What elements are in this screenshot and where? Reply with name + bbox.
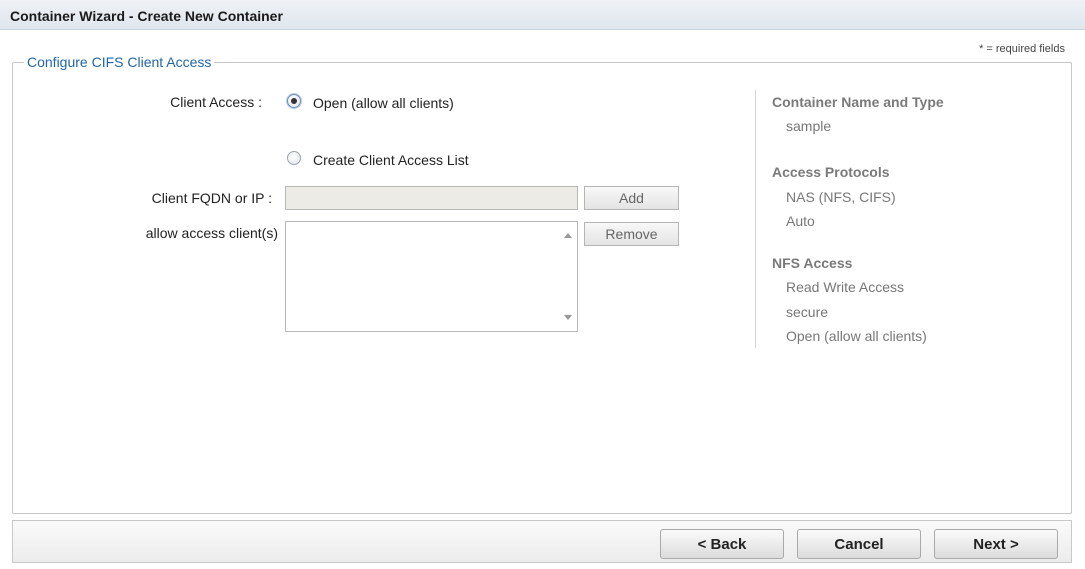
open-access-radio[interactable] xyxy=(287,94,301,108)
summary-container-name: sample xyxy=(786,118,832,134)
allow-access-clients-label: allow access client(s) xyxy=(145,225,278,241)
create-access-list-label[interactable]: Create Client Access List xyxy=(313,152,469,168)
scroll-down-icon[interactable] xyxy=(564,315,572,320)
remove-button[interactable]: Remove xyxy=(584,222,679,246)
client-fqdn-input[interactable] xyxy=(285,186,578,210)
client-access-label: Client Access : xyxy=(170,94,262,110)
summary-protocols-value: NAS (NFS, CIFS) xyxy=(786,189,896,205)
summary-heading-container: Container Name and Type xyxy=(772,94,944,110)
summary-protocols-mode: Auto xyxy=(786,213,815,229)
summary-heading-protocols: Access Protocols xyxy=(772,164,890,180)
back-button[interactable]: < Back xyxy=(660,529,784,559)
create-access-list-radio[interactable] xyxy=(287,151,301,165)
open-access-label[interactable]: Open (allow all clients) xyxy=(313,95,454,111)
client-fqdn-label: Client FQDN or IP : xyxy=(151,190,272,206)
summary-nfs-security: secure xyxy=(786,304,829,320)
summary-nfs-access: Read Write Access xyxy=(786,279,905,295)
next-button[interactable]: Next > xyxy=(934,529,1058,559)
allow-access-clients-list[interactable] xyxy=(285,221,578,332)
add-button[interactable]: Add xyxy=(584,186,679,210)
scroll-up-icon[interactable] xyxy=(564,233,572,238)
cancel-button[interactable]: Cancel xyxy=(797,529,921,559)
summary-nfs-clients: Open (allow all clients) xyxy=(786,328,927,344)
summary-divider xyxy=(755,90,756,348)
summary-heading-nfs: NFS Access xyxy=(772,255,853,271)
list-scrollbar[interactable] xyxy=(559,222,577,331)
window-title: Container Wizard - Create New Container xyxy=(0,0,1085,30)
section-title: Configure CIFS Client Access xyxy=(24,54,215,70)
required-fields-note: * = required fields xyxy=(979,43,1065,55)
